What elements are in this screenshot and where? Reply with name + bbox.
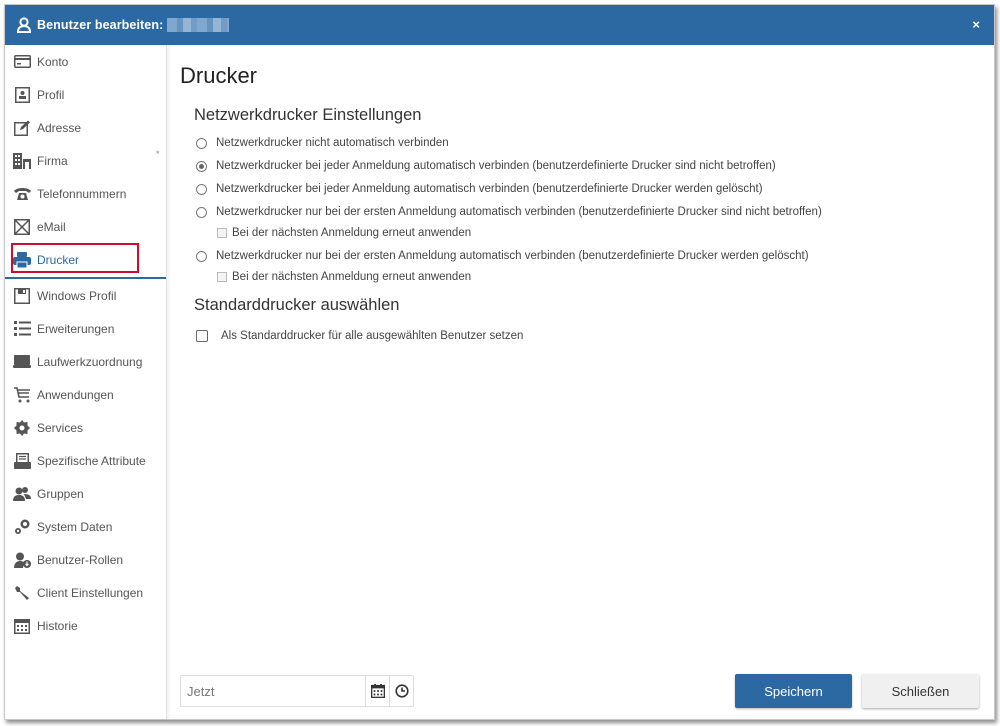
cart-icon: [13, 386, 31, 404]
edit-user-dialog: Benutzer bearbeiten: × Konto Profil Adre…: [4, 4, 995, 720]
list-icon: [13, 320, 31, 338]
main-content: Drucker Netzwerkdrucker Einstellungen Ne…: [167, 45, 994, 719]
floppy-disk-icon: [13, 287, 31, 305]
sidebar-item-label: Telefonnummern: [37, 186, 127, 201]
sidebar-item-drucker[interactable]: Drucker: [7, 243, 164, 276]
sidebar-item-erweiterungen[interactable]: Erweiterungen: [7, 312, 164, 345]
checkbox[interactable]: [217, 228, 227, 238]
radio-label: Netzwerkdrucker bei jeder Anmeldung auto…: [216, 183, 763, 195]
wrench-icon: [13, 584, 31, 602]
radio-button[interactable]: [196, 160, 207, 172]
default-printer-checkbox[interactable]: Als Standarddrucker für alle ausgewählte…: [196, 330, 523, 342]
sidebar-item-firma[interactable]: Firma: [7, 144, 164, 177]
sidebar-item-label: Services: [37, 420, 84, 435]
sidebar-item-label: Anwendungen: [37, 387, 114, 402]
sidebar-item-services[interactable]: Services: [7, 411, 164, 444]
sidebar-item-label: System Daten: [37, 519, 113, 534]
sidebar-item-laufwerkzuordnung[interactable]: Laufwerkzuordnung: [7, 345, 164, 378]
date-time-picker: [180, 675, 414, 707]
radio-button[interactable]: [196, 206, 207, 218]
reapply-checkbox-2[interactable]: Bei der nächsten Anmeldung erneut anwend…: [217, 271, 471, 283]
calendar-button[interactable]: [365, 676, 389, 706]
radio-label: Netzwerkdrucker nur bei der ersten Anmel…: [216, 250, 809, 262]
inbox-icon: [13, 452, 31, 470]
profile-card-icon: [13, 86, 31, 104]
radio-button[interactable]: [196, 250, 207, 262]
checkbox-label: Bei der nächsten Anmeldung erneut anwend…: [232, 227, 472, 239]
sidebar-item-telefonnummern[interactable]: Telefonnummern: [7, 177, 164, 210]
sidebar: Konto Profil Adresse Firma * Telefonnumm…: [5, 45, 167, 719]
radio-option-first-login-keep[interactable]: Netzwerkdrucker nur bei der ersten Anmel…: [196, 206, 822, 218]
page-title: Drucker: [180, 63, 258, 88]
edit-icon: [13, 119, 31, 137]
radio-option-no-auto-connect[interactable]: Netzwerkdrucker nicht automatisch verbin…: [196, 137, 449, 149]
radio-option-first-login-delete[interactable]: Netzwerkdrucker nur bei der ersten Anmel…: [196, 250, 809, 262]
clock-icon: [394, 684, 409, 698]
sidebar-item-label: eMail: [37, 219, 66, 234]
redacted-username: [167, 18, 230, 32]
calendar-icon: [13, 617, 31, 635]
sidebar-item-email[interactable]: eMail: [7, 210, 164, 243]
sidebar-item-label: Gruppen: [37, 486, 84, 501]
required-marker: *: [156, 149, 160, 159]
gear-icon: [13, 419, 31, 437]
radio-label: Netzwerkdrucker bei jeder Anmeldung auto…: [216, 160, 776, 172]
checkbox-label: Bei der nächsten Anmeldung erneut anwend…: [232, 271, 472, 283]
sidebar-item-label: Benutzer-Rollen: [37, 552, 124, 567]
user-icon: [17, 17, 31, 33]
drive-icon: [13, 353, 31, 371]
radio-option-every-login-delete[interactable]: Netzwerkdrucker bei jeder Anmeldung auto…: [196, 183, 763, 195]
group-icon: [13, 485, 31, 503]
sidebar-item-adresse[interactable]: Adresse: [7, 111, 164, 144]
sidebar-item-historie[interactable]: Historie: [7, 609, 164, 642]
sidebar-item-label: Client Einstellungen: [37, 585, 144, 600]
radio-button[interactable]: [196, 137, 207, 149]
sidebar-item-konto[interactable]: Konto: [7, 45, 164, 78]
gears-icon: [13, 518, 31, 536]
default-printer-title: Standarddrucker auswählen: [194, 296, 400, 314]
radio-button[interactable]: [196, 183, 207, 195]
building-icon: [13, 152, 31, 170]
user-role-icon: [13, 551, 31, 569]
checkbox-label: Als Standarddrucker für alle ausgewählte…: [221, 330, 524, 342]
sidebar-item-label: Historie: [37, 618, 78, 633]
sidebar-item-label: Adresse: [37, 120, 82, 135]
sidebar-item-benutzer-rollen[interactable]: Benutzer-Rollen: [7, 543, 164, 576]
sidebar-item-label: Profil: [37, 87, 65, 102]
sidebar-item-label: Firma: [37, 153, 68, 168]
checkbox[interactable]: [196, 330, 208, 342]
reapply-checkbox-1[interactable]: Bei der nächsten Anmeldung erneut anwend…: [217, 227, 471, 239]
sidebar-item-spezifische-attribute[interactable]: Spezifische Attribute: [7, 444, 164, 477]
radio-label: Netzwerkdrucker nur bei der ersten Anmel…: [216, 206, 822, 218]
sidebar-item-anwendungen[interactable]: Anwendungen: [7, 378, 164, 411]
date-input[interactable]: [181, 676, 365, 706]
sidebar-item-system-daten[interactable]: System Daten: [7, 510, 164, 543]
time-button[interactable]: [389, 676, 413, 706]
sidebar-item-gruppen[interactable]: Gruppen: [7, 477, 164, 510]
sidebar-item-client-einstellungen[interactable]: Client Einstellungen: [7, 576, 164, 609]
sidebar-item-label: Konto: [37, 54, 69, 69]
phone-icon: [13, 185, 31, 203]
sidebar-item-profil[interactable]: Profil: [7, 78, 164, 111]
close-button[interactable]: Schließen: [862, 674, 979, 708]
sidebar-item-label: Erweiterungen: [37, 321, 115, 336]
radio-option-every-login-keep[interactable]: Netzwerkdrucker bei jeder Anmeldung auto…: [196, 160, 776, 172]
checkbox[interactable]: [217, 272, 227, 282]
envelope-icon: [13, 218, 31, 236]
sidebar-item-label: Laufwerkzuordnung: [37, 354, 143, 369]
credit-card-icon: [13, 53, 31, 71]
sidebar-item-label: Windows Profil: [37, 288, 117, 303]
dialog-titlebar: Benutzer bearbeiten: ×: [5, 5, 994, 45]
network-settings-title: Netzwerkdrucker Einstellungen: [194, 106, 422, 124]
sidebar-item-label: Spezifische Attribute: [37, 453, 146, 468]
save-button[interactable]: Speichern: [735, 674, 852, 708]
radio-label: Netzwerkdrucker nicht automatisch verbin…: [216, 137, 449, 149]
dialog-title: Benutzer bearbeiten:: [37, 18, 164, 32]
calendar-icon: [370, 684, 385, 698]
close-icon[interactable]: ×: [972, 17, 980, 32]
selection-outline: [11, 243, 139, 273]
sidebar-item-windows-profil[interactable]: Windows Profil: [7, 279, 164, 312]
